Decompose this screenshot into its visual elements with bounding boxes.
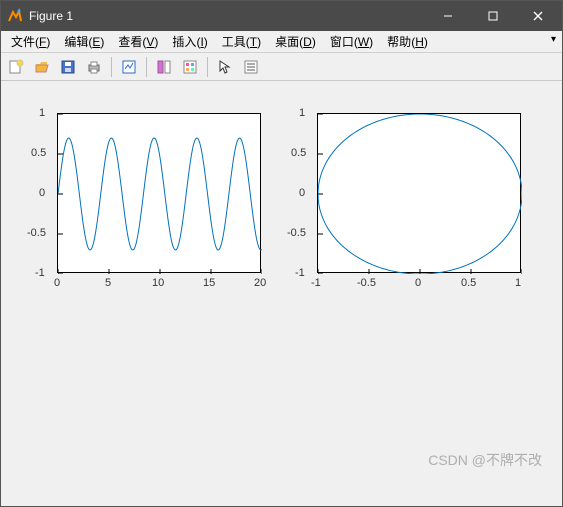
ytick-label: 0.5 xyxy=(31,147,46,159)
line-plot-circle xyxy=(318,114,522,274)
xtick-label: 0 xyxy=(54,277,60,289)
menu-view[interactable]: 查看(V) xyxy=(112,31,164,52)
line-plot-sine xyxy=(58,114,262,274)
ytick-label: -0.5 xyxy=(27,227,46,239)
new-figure-button[interactable] xyxy=(5,56,27,78)
menu-insert[interactable]: 插入(I) xyxy=(166,31,213,52)
toolbar xyxy=(1,53,562,81)
ytick-label: 0.5 xyxy=(291,147,306,159)
xtick-label: -0.5 xyxy=(357,277,376,289)
insert-legend-button[interactable] xyxy=(240,56,262,78)
xtick-label: 0 xyxy=(415,277,421,289)
xtick-label: 0.5 xyxy=(461,277,476,289)
separator xyxy=(146,57,147,77)
separator xyxy=(207,57,208,77)
menu-help[interactable]: 帮助(H) xyxy=(381,31,434,52)
xtick-label: -1 xyxy=(311,277,321,289)
ytick-label: 0 xyxy=(39,187,45,199)
titlebar: Figure 1 xyxy=(1,1,562,31)
colorbar-button[interactable] xyxy=(179,56,201,78)
ytick-label: -1 xyxy=(35,267,45,279)
menu-window[interactable]: 窗口(W) xyxy=(324,31,379,52)
separator xyxy=(111,57,112,77)
menu-desktop[interactable]: 桌面(D) xyxy=(269,31,322,52)
data-cursor-button[interactable] xyxy=(153,56,175,78)
matlab-icon xyxy=(7,8,23,24)
xtick-label: 15 xyxy=(203,277,215,289)
ytick-label: 0 xyxy=(299,187,305,199)
edit-arrow-button[interactable] xyxy=(214,56,236,78)
menu-file[interactable]: 文件(F) xyxy=(5,31,56,52)
close-button[interactable] xyxy=(515,1,560,31)
window-title: Figure 1 xyxy=(29,9,425,23)
maximize-button[interactable] xyxy=(470,1,515,31)
menu-tools[interactable]: 工具(T) xyxy=(216,31,267,52)
ytick-label: -1 xyxy=(295,267,305,279)
open-button[interactable] xyxy=(31,56,53,78)
axes-right[interactable] xyxy=(317,113,521,273)
print-button[interactable] xyxy=(83,56,105,78)
menu-overflow-icon[interactable]: ▾ xyxy=(551,34,556,45)
minimize-button[interactable] xyxy=(425,1,470,31)
xtick-label: 5 xyxy=(105,277,111,289)
link-brush-button[interactable] xyxy=(118,56,140,78)
xtick-label: 10 xyxy=(152,277,164,289)
ytick-label: 1 xyxy=(299,107,305,119)
ytick-label: 1 xyxy=(39,107,45,119)
menu-edit[interactable]: 编辑(E) xyxy=(58,31,110,52)
xtick-label: 1 xyxy=(515,277,521,289)
watermark-text: CSDN @不牌不改 xyxy=(428,450,542,470)
figure-canvas: 1 0.5 0 -0.5 -1 0 5 10 15 20 1 0.5 0 -0.… xyxy=(1,81,562,506)
xtick-label: 20 xyxy=(254,277,266,289)
ytick-label: -0.5 xyxy=(287,227,306,239)
figure-window: Figure 1 文件(F) 编辑(E) 查看(V) 插入(I) 工具(T) 桌… xyxy=(0,0,563,507)
axes-left[interactable] xyxy=(57,113,261,273)
menubar: 文件(F) 编辑(E) 查看(V) 插入(I) 工具(T) 桌面(D) 窗口(W… xyxy=(1,31,562,53)
save-button[interactable] xyxy=(57,56,79,78)
